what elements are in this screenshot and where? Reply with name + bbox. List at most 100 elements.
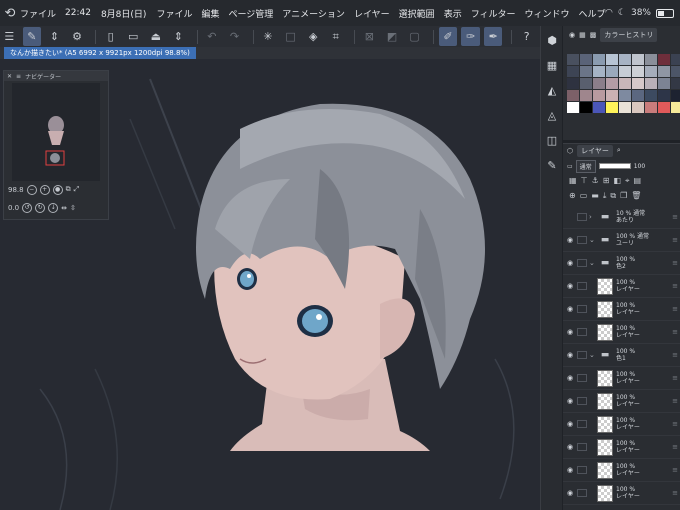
color-swatch[interactable]	[580, 90, 592, 101]
layer-row[interactable]: ◉ 100 % レイヤー ≡	[563, 436, 680, 459]
copy-icon[interactable]: ❐	[620, 191, 627, 204]
color-swatch[interactable]	[632, 102, 644, 113]
color-swatch[interactable]	[580, 78, 592, 89]
selection-icon[interactable]: ▢	[405, 27, 424, 46]
menu-layer[interactable]: レイヤー	[354, 7, 390, 20]
eye-icon[interactable]: ◉	[563, 397, 577, 405]
drag-handle-icon[interactable]: ≡	[672, 489, 678, 497]
color-swatch[interactable]	[619, 102, 631, 113]
eye-icon[interactable]: ◉	[563, 466, 577, 474]
undo-icon[interactable]: ↶	[203, 27, 222, 46]
flip-horizontal-icon[interactable]: ⇹	[61, 204, 67, 212]
rotate-right-icon[interactable]: ↻	[35, 202, 46, 213]
eye-icon[interactable]: ◉	[563, 443, 577, 451]
pen-tool-icon[interactable]: ✐	[438, 27, 458, 46]
color-swatch[interactable]	[671, 66, 680, 77]
lock-toggle[interactable]	[577, 236, 587, 244]
gradient-icon[interactable]: ◬	[541, 104, 563, 126]
layer-folder-row[interactable]: › ▬ 10 % 通常 あたり ≡	[563, 206, 680, 229]
material-icon[interactable]: ⬢	[541, 29, 563, 51]
eye-icon[interactable]: ◉	[563, 374, 577, 382]
color-swatch[interactable]	[593, 66, 605, 77]
eraser-tool-icon[interactable]: ✒	[483, 27, 503, 46]
color-swatch[interactable]	[606, 102, 618, 113]
color-swatch[interactable]	[632, 66, 644, 77]
drag-handle-icon[interactable]: ≡	[672, 374, 678, 382]
navigator-preview[interactable]	[12, 83, 100, 181]
hamburger-menu-icon[interactable]: ☰	[0, 27, 19, 46]
menu-icon[interactable]: ≡	[16, 73, 21, 80]
merge-icon[interactable]: ⤓	[603, 191, 607, 204]
color-swatch[interactable]	[606, 54, 618, 65]
drag-handle-icon[interactable]: ≡	[672, 466, 678, 474]
menu-edit[interactable]: 編集	[201, 7, 219, 20]
reset-rotation-icon[interactable]: ↓	[48, 202, 59, 213]
drag-handle-icon[interactable]: ≡	[672, 420, 678, 428]
color-swatch[interactable]	[619, 66, 631, 77]
fill-bucket-icon[interactable]: ◭	[541, 79, 563, 101]
color-swatch[interactable]	[645, 102, 657, 113]
color-swatch[interactable]	[567, 102, 579, 113]
new-vector-layer-icon[interactable]: ▭	[580, 191, 588, 204]
drag-handle-icon[interactable]: ≡	[672, 443, 678, 451]
chevron-updown-icon[interactable]: ⇕	[45, 27, 64, 46]
drag-handle-icon[interactable]: ≡	[672, 236, 678, 244]
eraser-icon[interactable]: ◫	[541, 129, 563, 151]
color-swatch[interactable]	[671, 54, 680, 65]
chevron-icon[interactable]: ⌄	[589, 236, 597, 244]
menu-help[interactable]: ヘルプ	[579, 7, 606, 20]
layer-folder-row[interactable]: ◉ ⌄ ▬ 100 % 色2 ≡	[563, 252, 680, 275]
drag-handle-icon[interactable]: ≡	[672, 351, 678, 359]
zoom-value[interactable]: 98.8	[8, 186, 24, 194]
lock-toggle[interactable]	[577, 213, 587, 221]
brush-mode-icon[interactable]: ✎	[22, 27, 42, 46]
drag-handle-icon[interactable]: ≡	[672, 328, 678, 336]
color-swatch[interactable]	[619, 90, 631, 101]
layer-row[interactable]: ◉ 100 % レイヤー ≡	[563, 321, 680, 344]
lock-toggle[interactable]	[577, 397, 587, 405]
actual-size-icon[interactable]: ●	[52, 184, 63, 195]
layer-row[interactable]: ◉ 100 % レイヤー ≡	[563, 413, 680, 436]
pen-icon[interactable]: ✎	[541, 154, 563, 176]
new-raster-layer-icon[interactable]: ⊕	[569, 191, 576, 204]
lock-toggle[interactable]	[577, 259, 587, 267]
lock-toggle[interactable]	[577, 328, 587, 336]
color-swatch[interactable]	[645, 66, 657, 77]
zoom-out-icon[interactable]: −	[26, 184, 37, 195]
drag-handle-icon[interactable]: ≡	[672, 259, 678, 267]
loading-icon[interactable]: ✳	[259, 27, 278, 46]
layer-folder-row[interactable]: ◉ ⌄ ▬ 100 % 通常 ユーリ ≡	[563, 229, 680, 252]
zoom-in-icon[interactable]: +	[39, 184, 50, 195]
fullscreen-icon[interactable]: ⤢	[74, 185, 80, 194]
close-icon[interactable]: ✕	[7, 73, 12, 80]
document-tab[interactable]: なんか描きたい* (A5 6992 x 9921px 1200dpi 98.8%…	[4, 47, 196, 59]
eye-icon[interactable]: ◉	[563, 489, 577, 497]
palette-icon[interactable]: ◉	[569, 31, 575, 39]
color-swatch[interactable]	[645, 54, 657, 65]
palette-set-icon[interactable]: ▩	[590, 31, 597, 39]
mask-icon[interactable]: ◧	[613, 176, 621, 189]
menu-view[interactable]: 表示	[444, 7, 462, 20]
clip-icon[interactable]: ⊤	[581, 176, 588, 189]
color-swatch[interactable]	[606, 90, 618, 101]
clip-studio-logo-icon[interactable]: ⟲	[0, 6, 20, 21]
color-swatch[interactable]	[567, 78, 579, 89]
color-swatch[interactable]	[580, 66, 592, 77]
color-swatch[interactable]	[671, 78, 680, 89]
rotation-value[interactable]: 0.0	[8, 204, 19, 212]
chevron-icon[interactable]: ›	[589, 213, 597, 221]
lock-toggle[interactable]	[577, 489, 587, 497]
color-swatch[interactable]	[567, 54, 579, 65]
search-layer-icon[interactable]: ⌕	[617, 146, 621, 155]
open-folder-icon[interactable]: ▭	[124, 27, 143, 46]
eye-icon[interactable]: ◉	[563, 236, 577, 244]
color-swatch[interactable]	[632, 90, 644, 101]
lock-toggle[interactable]	[577, 305, 587, 313]
eye-icon[interactable]: ◉	[563, 420, 577, 428]
color-swatch[interactable]	[658, 78, 670, 89]
settings-icon[interactable]: ⚙	[68, 27, 87, 46]
lock-toggle[interactable]	[577, 351, 587, 359]
layer-row[interactable]: ◉ 100 % レイヤー ≡	[563, 459, 680, 482]
opacity-slider[interactable]	[598, 163, 631, 169]
opacity-value[interactable]: 100	[634, 163, 645, 170]
